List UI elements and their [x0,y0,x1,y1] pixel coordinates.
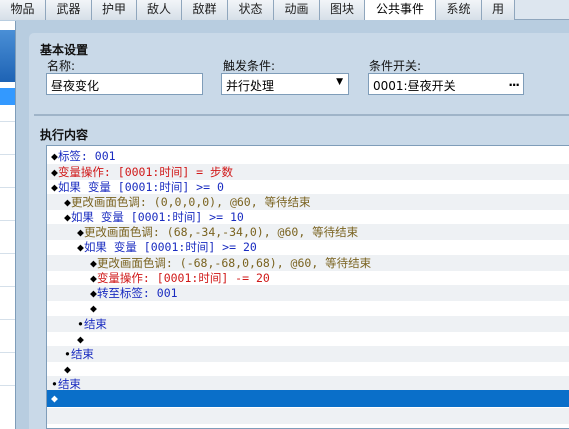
command-text: 更改画面色调: (68,-34,-34,0), @60, 等待结束 [83,225,359,239]
tab-system[interactable]: 系统 [436,0,482,20]
tab-states[interactable]: 状态 [228,0,274,20]
list-header [0,30,15,82]
command-text: 结束 [70,347,94,361]
command-line[interactable]: ◆标签: 001 [47,148,569,164]
command-line[interactable]: ◆ [47,390,569,407]
command-text: 更改画面色调: (0,0,0,0), @60, 等待结束 [70,195,311,209]
command-line[interactable]: ◆ [47,300,569,316]
command-text: 结束 [57,377,81,391]
tab-weapons[interactable]: 武器 [46,0,92,20]
command-line[interactable]: ◆如果 变量 [0001:时间] >= 10 [47,209,569,225]
tab-terms[interactable]: 用 [482,0,515,20]
command-line[interactable]: ◆变量操作: [0001:时间] = 步数 [47,164,569,180]
diamond-icon: ◆ [51,180,58,194]
command-line[interactable]: ◆转至标签: 001 [47,285,569,301]
trigger-label: 触发条件: [223,59,276,73]
trigger-value: 并行处理 [226,79,275,93]
switch-label: 条件开关: [369,59,422,73]
diamond-icon: ◆ [77,225,84,239]
diamond-icon: ◆ [77,332,84,346]
bullet-icon: • [64,347,71,361]
command-line[interactable]: ◆如果 变量 [0001:时间] >= 0 [47,179,569,195]
name-label: 名称: [47,59,76,73]
command-text: 如果 变量 [0001:时间] >= 20 [83,240,257,254]
command-text: 如果 变量 [0001:时间] >= 0 [57,180,224,194]
diamond-icon: ◆ [64,210,71,224]
empty-row [47,424,569,428]
event-command-list[interactable]: ◆标签: 001 ◆变量操作: [0001:时间] = 步数 ◆如果 变量 [000… [46,145,569,429]
command-text: 标签: 001 [57,149,116,163]
diamond-icon: ◆ [51,149,58,163]
list-row-divider [0,352,15,353]
empty-row [47,408,569,424]
tab-tilesets[interactable]: 图块 [320,0,365,20]
command-text: 转至标签: 001 [96,286,178,300]
tab-animations[interactable]: 动画 [274,0,320,20]
switch-field[interactable]: 0001:昼夜开关 ... [368,73,524,95]
switch-browse-button[interactable]: ... [508,75,520,89]
command-line[interactable]: ◆变量操作: [0001:时间] -= 20 [47,270,569,286]
command-text: 变量操作: [0001:时间] = 步数 [57,165,234,179]
diamond-icon: ◆ [51,391,58,405]
command-line[interactable]: ◆更改画面色调: (-68,-68,0,68), @60, 等待结束 [47,255,569,271]
command-text: 更改画面色调: (-68,-68,0,68), @60, 等待结束 [96,256,372,270]
list-row-divider [0,154,15,155]
list-row-divider [0,286,15,287]
name-input[interactable]: 昼夜变化 [46,73,203,95]
group-divider [34,114,569,116]
command-line[interactable]: ◆ [47,331,569,347]
diamond-icon: ◆ [64,195,71,209]
list-row-divider [0,121,15,122]
list-row-divider [0,253,15,254]
command-line[interactable]: •结束 [47,346,569,362]
list-row-divider [0,385,15,386]
command-line[interactable]: ◆ [47,361,569,377]
command-line[interactable]: ◆如果 变量 [0001:时间] >= 20 [47,239,569,255]
diamond-icon: ◆ [90,301,97,315]
bullet-icon: • [51,377,58,391]
diamond-icon: ◆ [51,165,58,179]
tab-enemies[interactable]: 敌人 [137,0,182,20]
name-value: 昼夜变化 [51,79,100,93]
tab-common-events[interactable]: 公共事件 [365,0,436,20]
list-row-divider [0,319,15,320]
list-row-divider [0,220,15,221]
command-text: 如果 变量 [0001:时间] >= 10 [70,210,244,224]
command-line[interactable]: •结束 [47,316,569,332]
command-line[interactable]: ◆更改画面色调: (68,-34,-34,0), @60, 等待结束 [47,224,569,240]
tab-troops[interactable]: 敌群 [182,0,228,20]
diamond-icon: ◆ [90,271,97,285]
switch-value: 0001:昼夜开关 [373,79,456,93]
execution-content-title: 执行内容 [40,128,89,142]
basic-settings-title: 基本设置 [40,43,89,57]
list-row-divider [0,187,15,188]
tab-items[interactable]: 物品 [0,0,46,20]
diamond-icon: ◆ [90,256,97,270]
command-line[interactable]: ◆更改画面色调: (0,0,0,0), @60, 等待结束 [47,194,569,210]
tab-armors[interactable]: 护甲 [92,0,137,20]
common-event-list[interactable] [0,21,16,429]
selected-list-item[interactable] [0,88,15,105]
bullet-icon: • [77,317,84,331]
diamond-icon: ◆ [90,286,97,300]
command-text: 变量操作: [0001:时间] -= 20 [96,271,270,285]
command-text: 结束 [83,317,107,331]
chevron-down-icon: ▼ [336,77,343,87]
diamond-icon: ◆ [77,240,84,254]
trigger-select[interactable]: 并行处理 ▼ [221,73,349,95]
diamond-icon: ◆ [64,362,71,376]
tab-bar: 物品 武器 护甲 敌人 敌群 状态 动画 图块 公共事件 系统 用 [0,0,569,20]
